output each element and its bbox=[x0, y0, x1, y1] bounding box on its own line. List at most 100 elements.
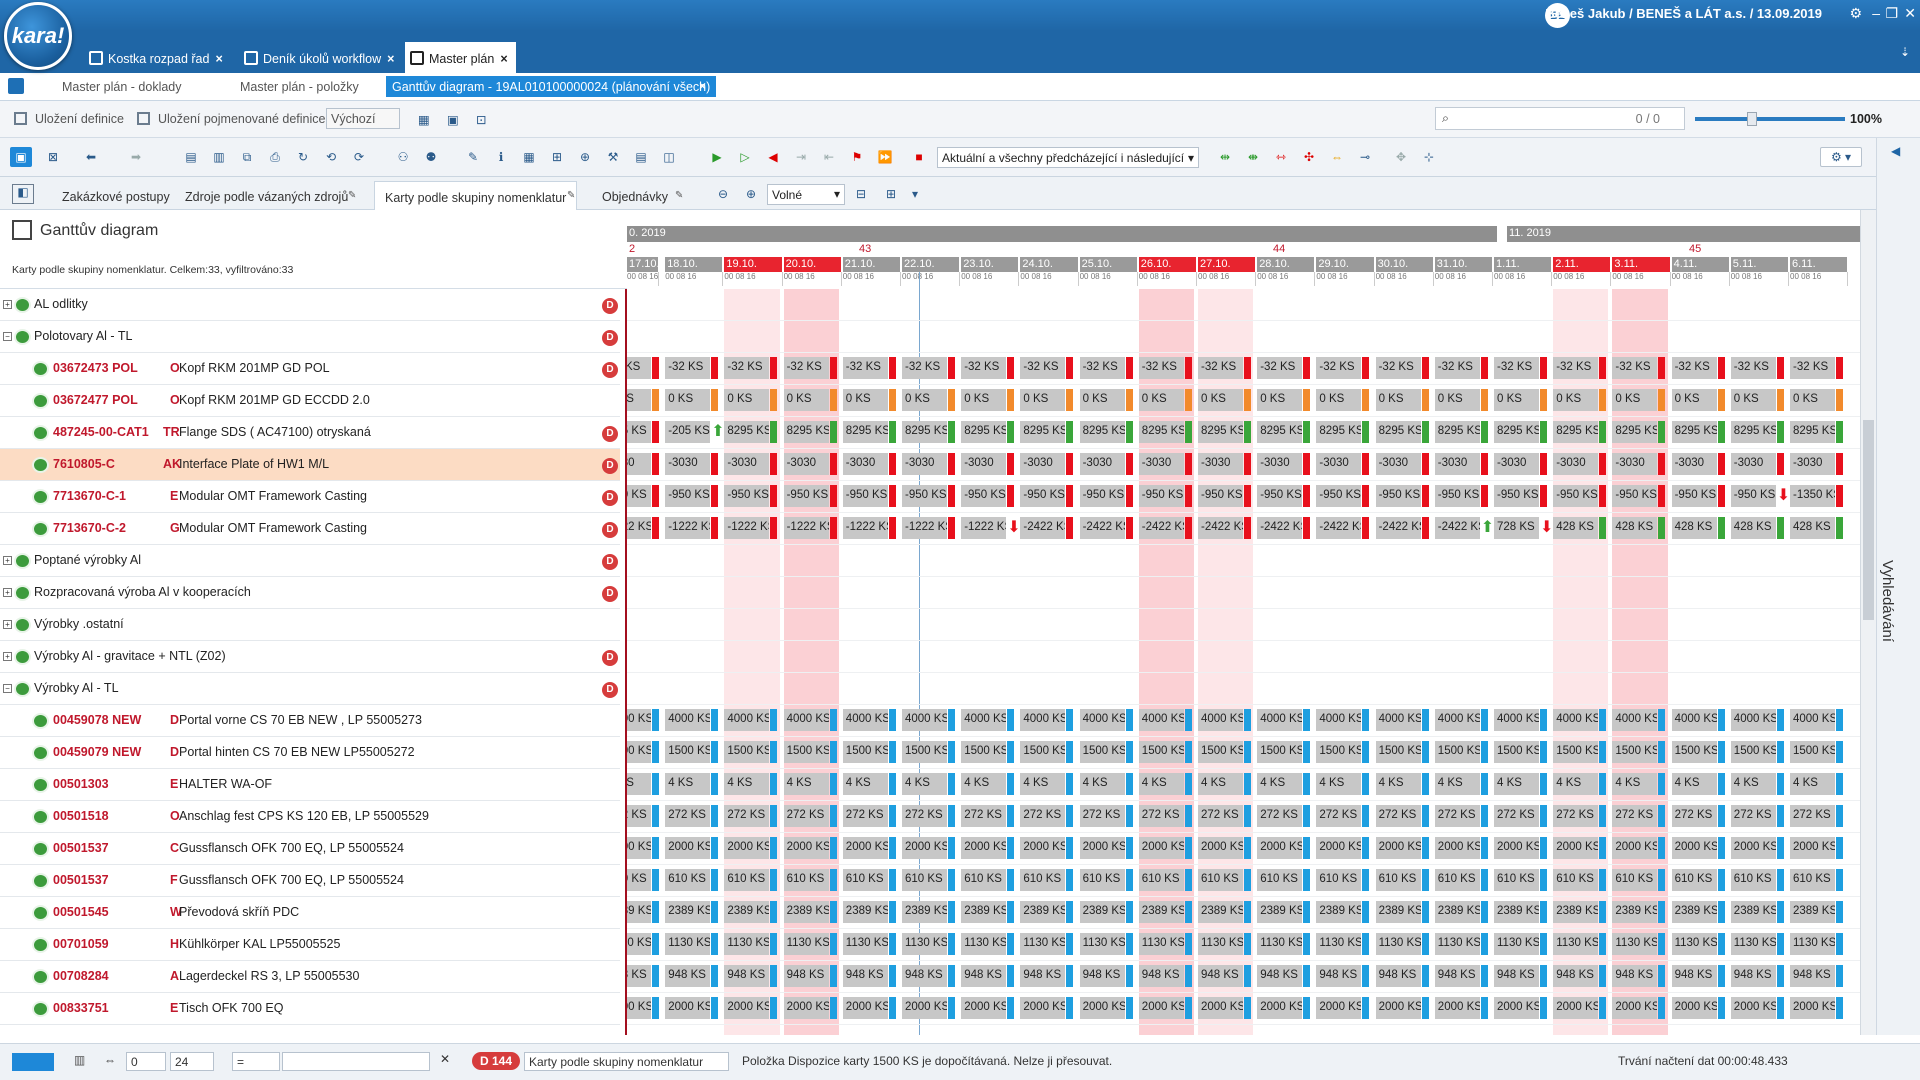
expand-icon[interactable]: ⇹ bbox=[1214, 147, 1236, 167]
day-header[interactable]: 5.11. bbox=[1730, 257, 1789, 272]
quantity-cell[interactable]: 4000 KS bbox=[902, 709, 947, 731]
quantity-cell[interactable]: -1222 KS bbox=[961, 517, 1007, 539]
quantity-cell[interactable]: -3030 bbox=[1553, 453, 1599, 475]
quantity-cell[interactable]: 2000 KS bbox=[1790, 837, 1835, 859]
day-header[interactable]: 20.10. bbox=[783, 257, 842, 272]
quantity-cell[interactable]: 0 KS bbox=[1434, 389, 1480, 411]
quantity-cell[interactable]: 1130 KS bbox=[627, 933, 651, 955]
day-header[interactable]: 1.11. bbox=[1494, 257, 1553, 272]
quantity-cell[interactable]: 2000 KS bbox=[1671, 837, 1717, 859]
quantity-cell[interactable]: 8295 KS bbox=[1494, 421, 1539, 443]
quantity-cell[interactable]: -2422 KS bbox=[1257, 517, 1303, 539]
quantity-cell[interactable]: 272 KS bbox=[1553, 805, 1599, 827]
quantity-cell[interactable]: 2000 KS bbox=[902, 837, 947, 859]
quantity-cell[interactable]: 2389 KS bbox=[1671, 901, 1717, 923]
expand-toggle-icon[interactable]: + bbox=[3, 300, 12, 309]
save-named-definition-button[interactable]: Uložení pojmenované definice bbox=[158, 112, 325, 126]
day-header[interactable]: 31.10. bbox=[1434, 257, 1493, 272]
quantity-cell[interactable]: 8295 KS bbox=[1198, 421, 1243, 443]
filter-value-input[interactable] bbox=[282, 1052, 430, 1071]
quantity-cell[interactable]: -950 KS bbox=[902, 485, 947, 507]
quantity-cell[interactable]: -32 KS bbox=[1612, 357, 1658, 379]
quantity-cell[interactable]: -2422 KS bbox=[1434, 517, 1480, 539]
quantity-cell[interactable]: 0 KS bbox=[842, 389, 888, 411]
quantity-cell[interactable]: 4 KS bbox=[665, 773, 711, 795]
quantity-cell[interactable]: 610 KS bbox=[1257, 869, 1303, 891]
quantity-cell[interactable]: -3030 bbox=[1079, 453, 1125, 475]
play-icon[interactable]: ▶ bbox=[706, 147, 728, 167]
quantity-cell[interactable]: 2389 KS bbox=[627, 901, 651, 923]
quantity-cell[interactable]: 4000 KS bbox=[1198, 709, 1243, 731]
quantity-cell[interactable]: 4000 KS bbox=[842, 709, 888, 731]
quantity-cell[interactable]: 8295 KS bbox=[783, 421, 829, 443]
quantity-cell[interactable]: 4000 KS bbox=[1434, 709, 1480, 731]
quantity-cell[interactable]: 272 KS bbox=[1790, 805, 1835, 827]
scrollbar-thumb[interactable] bbox=[1863, 420, 1874, 620]
quantity-cell[interactable]: 4 KS bbox=[1730, 773, 1776, 795]
filter-add-icon[interactable]: ⊕ bbox=[574, 147, 596, 167]
merge-icon[interactable]: ⇔ bbox=[1326, 147, 1348, 167]
quantity-cell[interactable]: 1130 KS bbox=[961, 933, 1007, 955]
quantity-cell[interactable]: 1500 KS bbox=[627, 741, 651, 763]
doc-tab-denik[interactable]: Deník úkolů workflow × bbox=[239, 42, 402, 73]
quantity-cell[interactable]: 2000 KS bbox=[1020, 997, 1066, 1019]
quantity-cell[interactable]: 610 KS bbox=[1138, 869, 1184, 891]
flag-icon[interactable]: ⚑ bbox=[846, 147, 868, 167]
quantity-cell[interactable]: 4 KS bbox=[627, 773, 651, 795]
tree-group-row[interactable]: − Výrobky Al - TL D bbox=[0, 673, 620, 705]
quantity-cell[interactable]: 4 KS bbox=[1375, 773, 1421, 795]
doc-tab-kostka[interactable]: Kostka rozpad řad × bbox=[84, 42, 231, 73]
split-icon[interactable]: ⇿ bbox=[1270, 147, 1292, 167]
tab-karty[interactable]: Karty podle skupiny nomenklatur bbox=[374, 181, 578, 210]
pin-icon[interactable]: ✎ bbox=[567, 190, 575, 201]
view-mode-icon[interactable] bbox=[12, 1053, 54, 1071]
quantity-cell[interactable]: 32 KS bbox=[627, 357, 651, 379]
quantity-cell[interactable]: 948 KS bbox=[1612, 965, 1658, 987]
quantity-cell[interactable]: 610 KS bbox=[627, 869, 651, 891]
quantity-cell[interactable]: 948 KS bbox=[665, 965, 711, 987]
quantity-cell[interactable]: 2000 KS bbox=[1138, 997, 1184, 1019]
quantity-cell[interactable]: -3030 bbox=[783, 453, 829, 475]
quantity-cell[interactable]: -1222 KS bbox=[902, 517, 947, 539]
day-header[interactable]: 17.10. bbox=[627, 257, 660, 272]
quantity-cell[interactable]: 4000 KS bbox=[1316, 709, 1362, 731]
tree-item-row[interactable]: 00501518 O Anschlag fest CPS KS 120 EB, LP… bbox=[0, 801, 620, 833]
quantity-cell[interactable]: 948 KS bbox=[724, 965, 770, 987]
quantity-cell[interactable]: 610 KS bbox=[1079, 869, 1125, 891]
quantity-cell[interactable]: -950 KS bbox=[1316, 485, 1362, 507]
cross-icon[interactable]: ✣ bbox=[1298, 147, 1320, 167]
quantity-cell[interactable]: 2389 KS bbox=[1020, 901, 1066, 923]
day-header[interactable]: 24.10. bbox=[1020, 257, 1079, 272]
quantity-cell[interactable]: 4000 KS bbox=[1790, 709, 1835, 731]
quantity-cell[interactable]: 1500 KS bbox=[1138, 741, 1184, 763]
quantity-cell[interactable]: -2422 KS bbox=[1020, 517, 1066, 539]
tree-item-row[interactable]: 03672473 POL O Kopf RKM 201MP GD POL D bbox=[0, 353, 620, 385]
close-breadcrumb-icon[interactable]: × bbox=[699, 79, 706, 93]
close-tab-icon[interactable]: × bbox=[387, 52, 394, 66]
quantity-cell[interactable]: 8295 KS bbox=[1730, 421, 1776, 443]
quantity-cell[interactable]: 1500 KS bbox=[1553, 741, 1599, 763]
quantity-cell[interactable]: -950 KS bbox=[1730, 485, 1776, 507]
quantity-cell[interactable]: 948 KS bbox=[627, 965, 651, 987]
quantity-cell[interactable]: 428 KS bbox=[1671, 517, 1717, 539]
quantity-cell[interactable]: 1500 KS bbox=[1020, 741, 1066, 763]
quantity-cell[interactable]: 4 KS bbox=[902, 773, 947, 795]
quantity-cell[interactable]: 4 KS bbox=[842, 773, 888, 795]
quantity-cell[interactable]: 1500 KS bbox=[1316, 741, 1362, 763]
quantity-cell[interactable]: 1130 KS bbox=[1671, 933, 1717, 955]
quantity-cell[interactable]: 1500 KS bbox=[1375, 741, 1421, 763]
quantity-cell[interactable]: 0 KS bbox=[783, 389, 829, 411]
quantity-cell[interactable]: 948 KS bbox=[1079, 965, 1125, 987]
quantity-cell[interactable]: -950 KS bbox=[1257, 485, 1303, 507]
step-back-icon[interactable]: ⇤ bbox=[818, 147, 840, 167]
quantity-cell[interactable]: 610 KS bbox=[724, 869, 770, 891]
quantity-cell[interactable]: 4000 KS bbox=[783, 709, 829, 731]
row-height-icon[interactable]: ⇔ bbox=[104, 1053, 116, 1067]
quantity-cell[interactable]: 8295 KS bbox=[1671, 421, 1717, 443]
quantity-cell[interactable]: 2000 KS bbox=[902, 997, 947, 1019]
quantity-cell[interactable]: -3030 bbox=[724, 453, 770, 475]
quantity-cell[interactable]: 8295 KS bbox=[1257, 421, 1303, 443]
zoom-in-icon[interactable]: ⊕ bbox=[740, 184, 762, 204]
group-select[interactable]: Karty podle skupiny nomenklatur bbox=[524, 1052, 729, 1071]
quantity-cell[interactable]: 205 KS bbox=[627, 421, 651, 443]
